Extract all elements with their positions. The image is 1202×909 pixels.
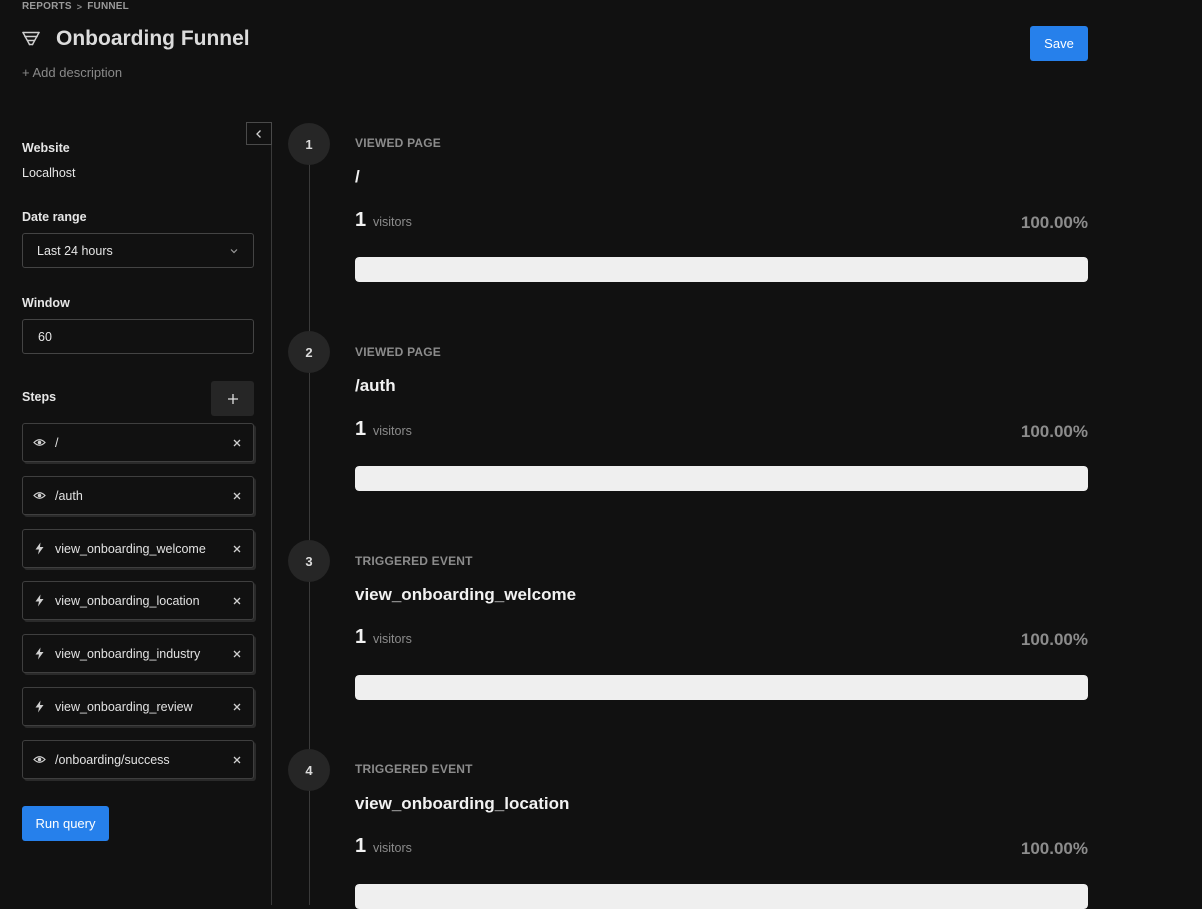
step-number-badge: 2: [288, 331, 330, 373]
step-item[interactable]: view_onboarding_review: [22, 687, 254, 726]
step-progress-fill: [355, 884, 1088, 909]
step-item-label: view_onboarding_welcome: [55, 541, 206, 556]
run-query-button[interactable]: Run query: [22, 806, 109, 841]
step-item[interactable]: /onboarding/success: [22, 740, 254, 779]
step-item-label: view_onboarding_review: [55, 699, 193, 714]
date-range-value: Last 24 hours: [37, 243, 113, 258]
breadcrumb-current: FUNNEL: [87, 1, 129, 12]
step-percentage: 100.00%: [1020, 630, 1088, 649]
step-name: /auth: [355, 376, 396, 395]
step-number-badge: 4: [288, 749, 330, 791]
step-visitors-label: visitors: [373, 841, 412, 855]
step-percentage: 100.00%: [1020, 422, 1088, 441]
step-visitor-count: 1: [355, 209, 367, 231]
lightning-icon: [33, 700, 46, 713]
step-item[interactable]: view_onboarding_welcome: [22, 529, 254, 568]
breadcrumb-reports-link[interactable]: REPORTS: [22, 1, 72, 12]
step-visitor-count: 1: [355, 835, 367, 857]
step-type-label: TRIGGERED EVENT: [355, 554, 473, 568]
step-progress-bar: [355, 884, 1088, 909]
chevron-left-icon: [256, 129, 261, 138]
step-progress-bar: [355, 466, 1088, 491]
eye-icon: [33, 489, 46, 502]
sidebar: Website Localhost Date range Last 24 hou…: [0, 122, 272, 905]
funnel-icon: [22, 31, 40, 46]
step-visitor-count: 1: [355, 418, 367, 440]
step-number-badge: 1: [288, 123, 330, 165]
date-range-select[interactable]: Last 24 hours: [22, 233, 254, 268]
close-icon[interactable]: [231, 648, 243, 660]
step-item[interactable]: view_onboarding_location: [22, 581, 254, 620]
breadcrumb: REPORTS > FUNNEL: [22, 1, 129, 12]
close-icon[interactable]: [231, 754, 243, 766]
chevron-down-icon: [230, 248, 238, 253]
close-icon[interactable]: [231, 490, 243, 502]
collapse-sidebar-button[interactable]: [246, 122, 272, 145]
step-percentage: 100.00%: [1020, 839, 1088, 858]
title-row: Onboarding Funnel: [22, 27, 250, 51]
eye-icon: [33, 753, 46, 766]
step-visitors-label: visitors: [373, 215, 412, 229]
breadcrumb-separator: >: [76, 1, 83, 12]
step-name: view_onboarding_location: [355, 794, 570, 813]
step-progress-fill: [355, 675, 1088, 700]
step-type-label: VIEWED PAGE: [355, 345, 441, 359]
add-step-button[interactable]: [211, 381, 254, 416]
close-icon[interactable]: [231, 437, 243, 449]
step-type-label: VIEWED PAGE: [355, 136, 441, 150]
plus-icon: [227, 393, 238, 404]
date-range-label: Date range: [22, 210, 87, 224]
save-button[interactable]: Save: [1030, 26, 1088, 61]
lightning-icon: [33, 647, 46, 660]
add-description-link[interactable]: + Add description: [22, 65, 122, 80]
step-item[interactable]: view_onboarding_industry: [22, 634, 254, 673]
step-progress-fill: [355, 257, 1088, 282]
step-name: view_onboarding_welcome: [355, 585, 577, 604]
step-item[interactable]: /: [22, 423, 254, 462]
step-item-label: /onboarding/success: [55, 752, 170, 767]
step-progress-bar: [355, 675, 1088, 700]
steps-label: Steps: [22, 390, 57, 404]
step-item-label: /auth: [55, 488, 83, 503]
step-visitors-label: visitors: [373, 632, 412, 646]
website-value: Localhost: [22, 166, 76, 180]
step-progress-bar: [355, 257, 1088, 282]
step-item[interactable]: /auth: [22, 476, 254, 515]
step-progress-fill: [355, 466, 1088, 491]
window-label: Window: [22, 296, 70, 310]
website-label: Website: [22, 141, 70, 155]
step-visitors-label: visitors: [373, 424, 412, 438]
step-type-label: TRIGGERED EVENT: [355, 762, 473, 776]
lightning-icon: [33, 542, 46, 555]
step-number-badge: 3: [288, 540, 330, 582]
step-item-label: /: [55, 435, 59, 450]
page-title: Onboarding Funnel: [56, 27, 250, 50]
step-item-label: view_onboarding_location: [55, 593, 200, 608]
close-icon[interactable]: [231, 595, 243, 607]
window-input[interactable]: [22, 319, 254, 354]
lightning-icon: [33, 594, 46, 607]
close-icon[interactable]: [231, 543, 243, 555]
step-name: /: [355, 167, 360, 186]
step-visitor-count: 1: [355, 626, 367, 648]
step-item-label: view_onboarding_industry: [55, 646, 201, 661]
step-percentage: 100.00%: [1020, 213, 1088, 232]
eye-icon: [33, 436, 46, 449]
close-icon[interactable]: [231, 701, 243, 713]
